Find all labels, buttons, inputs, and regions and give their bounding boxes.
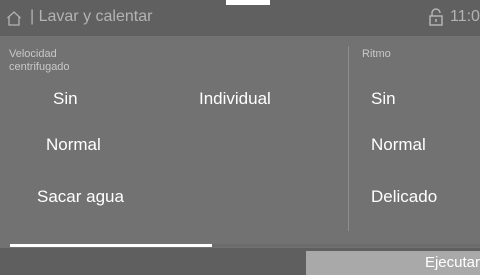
rhythm-option-sin[interactable]: Sin bbox=[371, 89, 396, 109]
rhythm-label: Ritmo bbox=[362, 48, 391, 60]
execute-button[interactable]: Ejecutar bbox=[306, 251, 480, 275]
options-panel: Velocidad centrifugado Sin Individual No… bbox=[0, 36, 480, 248]
rhythm-option-normal[interactable]: Normal bbox=[371, 135, 426, 155]
lock-icon[interactable] bbox=[428, 8, 444, 26]
speed-option-sin[interactable]: Sin bbox=[53, 89, 78, 109]
speed-option-normal[interactable]: Normal bbox=[46, 135, 101, 155]
speed-option-sacar-agua[interactable]: Sacar agua bbox=[37, 187, 124, 207]
scroll-progress-track bbox=[10, 244, 480, 247]
speed-option-individual[interactable]: Individual bbox=[199, 89, 271, 109]
clock: 11:02 bbox=[450, 8, 480, 25]
page-title: | Lavar y calentar bbox=[30, 8, 153, 25]
execute-button-label: Ejecutar bbox=[424, 254, 480, 271]
header-bar: | Lavar y calentar 11:02 bbox=[0, 0, 480, 36]
scroll-progress-fill bbox=[10, 244, 213, 247]
speed-label-line1: Velocidad bbox=[9, 48, 57, 60]
home-icon[interactable] bbox=[6, 10, 22, 26]
speed-label-line2: centrifugado bbox=[9, 61, 70, 73]
header-notch bbox=[226, 0, 270, 5]
column-divider bbox=[348, 46, 349, 231]
bottom-bar: Ejecutar bbox=[0, 248, 480, 275]
rhythm-option-delicado[interactable]: Delicado bbox=[371, 187, 437, 207]
